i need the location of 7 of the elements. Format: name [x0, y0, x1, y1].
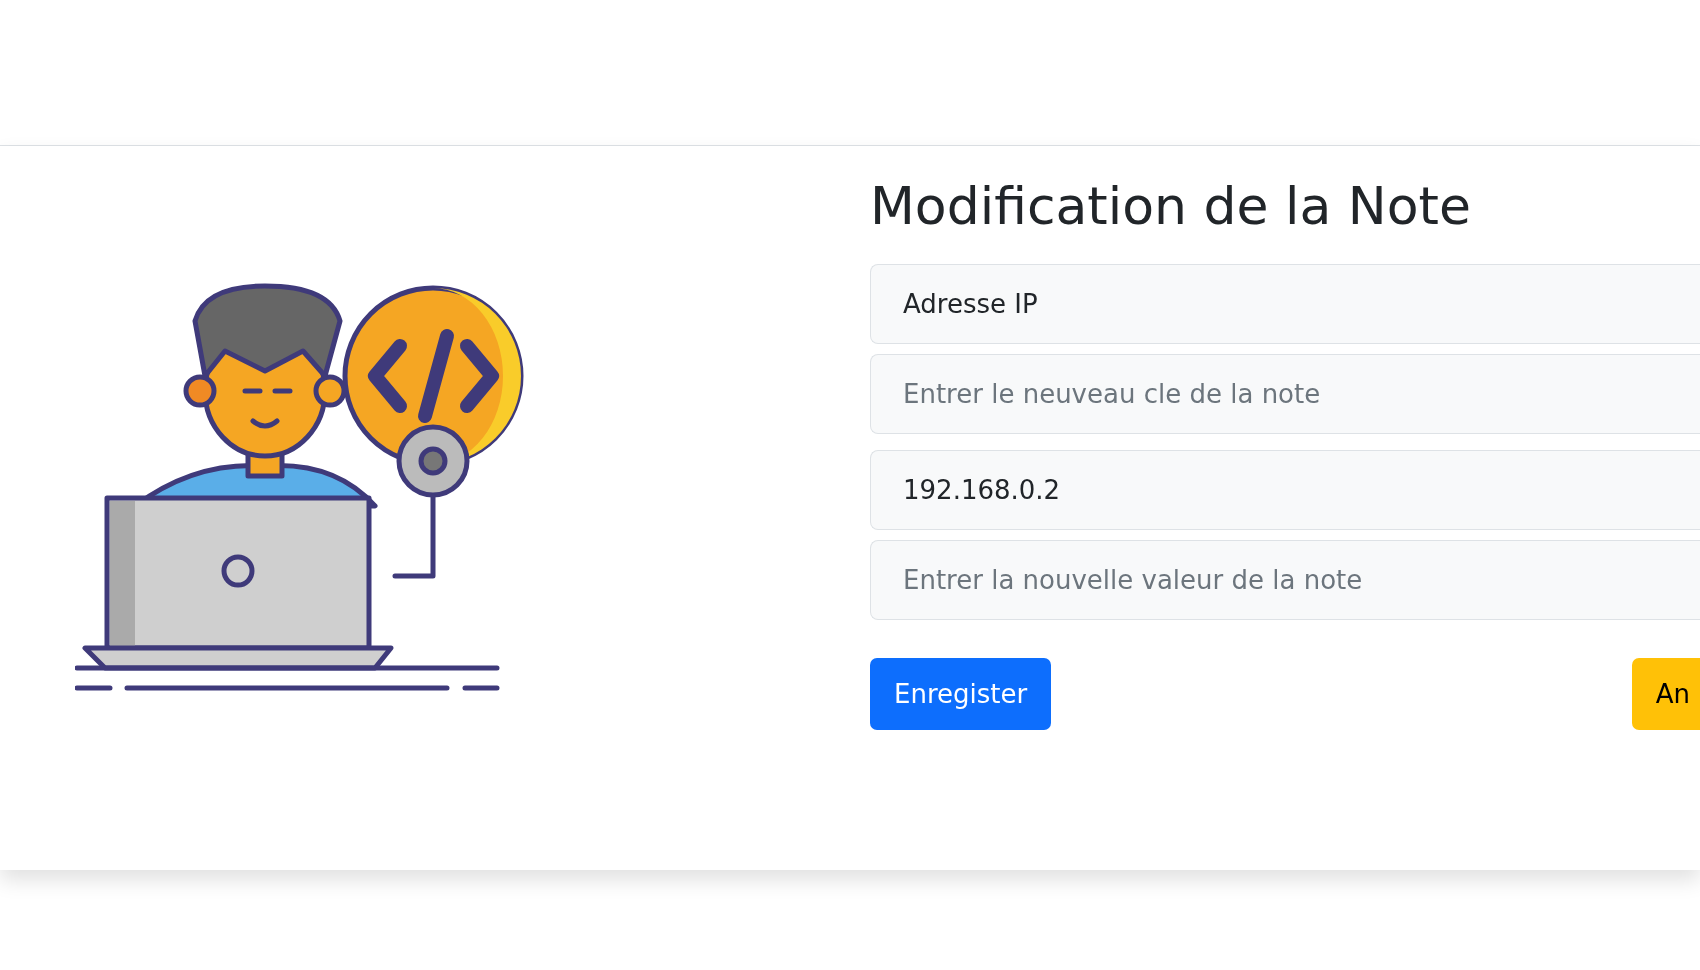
input-field[interactable]: 192.168.0.2 [870, 450, 1700, 530]
cancel-button[interactable]: An [1631, 658, 1700, 730]
input-field[interactable]: Adresse IP [870, 264, 1700, 344]
save-button[interactable]: Enregister [870, 658, 1052, 730]
form-title: Modification de la Note [870, 176, 1472, 236]
input-field[interactable]: Entrer la nouvelle valeur de la note [870, 540, 1700, 620]
input-field[interactable]: Entrer le neuveau cle de la note [870, 354, 1700, 434]
